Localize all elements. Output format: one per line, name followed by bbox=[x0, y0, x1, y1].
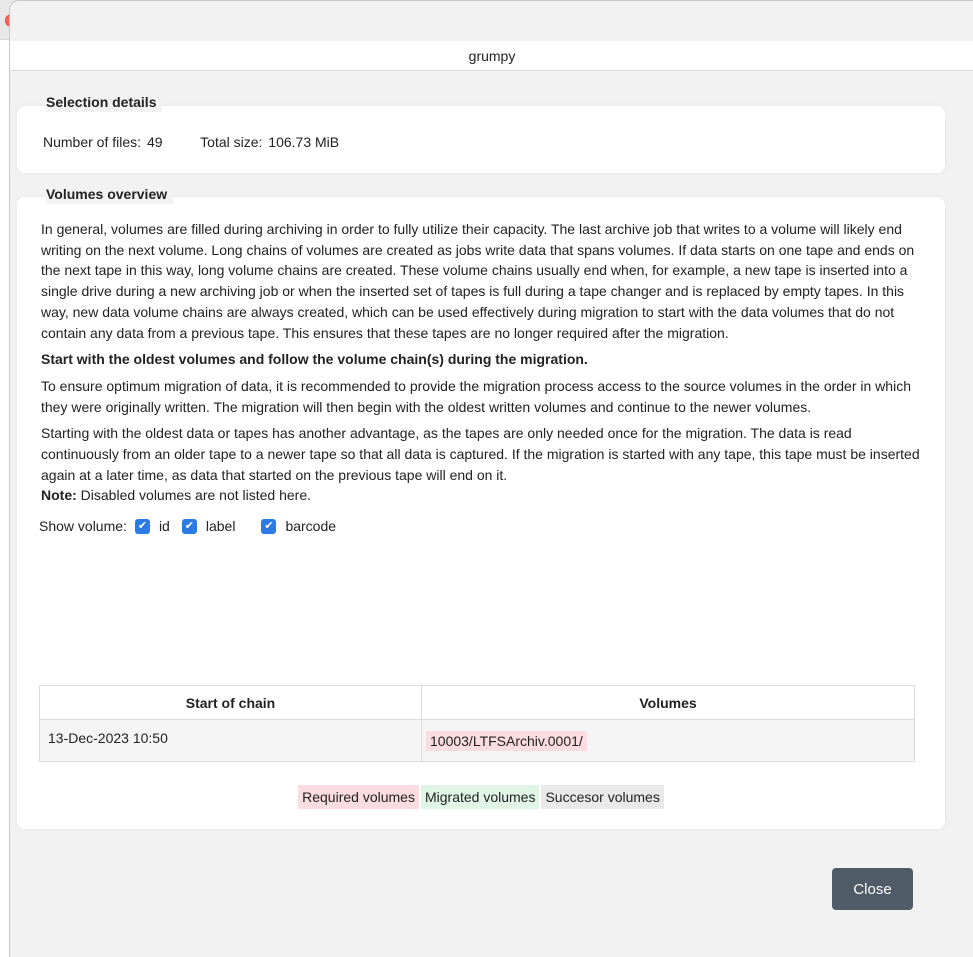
close-button[interactable]: Close bbox=[832, 868, 913, 910]
files-label: Number of files: bbox=[43, 134, 142, 150]
note-line: Note: Disabled volumes are not listed he… bbox=[41, 485, 921, 506]
show-volume-row: Show volume: ✔ id ✔ label ✔ barcode bbox=[39, 514, 921, 538]
volume-color-legend: Required volumes Migrated volumes Succesor… bbox=[17, 785, 945, 809]
overview-heading: Start with the oldest volumes and follow… bbox=[41, 351, 588, 368]
overview-paragraph-1: In general, volumes are filled during ar… bbox=[41, 221, 915, 341]
size-label: Total size: bbox=[200, 134, 263, 150]
checkbox-id-label: id bbox=[158, 517, 170, 534]
checkbox-checked-icon[interactable]: ✔ bbox=[134, 518, 150, 534]
legend-migrated-chip: Migrated volumes bbox=[420, 785, 540, 809]
legend-required-chip: Required volumes bbox=[298, 785, 419, 809]
volume-chain-table: Start of chain Volumes 13-Dec-2023 10:50… bbox=[39, 685, 915, 762]
checkbox-id[interactable]: ✔ id bbox=[134, 516, 170, 537]
checkbox-checked-icon[interactable]: ✔ bbox=[181, 518, 197, 534]
selection-details-legend: Selection details bbox=[46, 94, 163, 112]
start-of-chain-cell: 13-Dec-2023 10:50 bbox=[39, 719, 422, 762]
note-label: Note: bbox=[41, 487, 77, 504]
note-text: Disabled volumes are not listed here. bbox=[76, 487, 312, 504]
size-value: 106.73 MiB bbox=[268, 134, 340, 150]
checkbox-checked-icon[interactable]: ✔ bbox=[261, 518, 277, 534]
column-header-volumes[interactable]: Volumes bbox=[421, 685, 915, 720]
checkbox-barcode-label: barcode bbox=[285, 517, 337, 534]
required-volume-chip[interactable]: 10003/LTFSArchiv.0001/ bbox=[426, 731, 587, 751]
show-volume-label: Show volume: bbox=[39, 517, 127, 534]
selection-summary: Number of files: 49 Total size: 106.73 M… bbox=[43, 134, 341, 150]
checkbox-barcode[interactable]: ✔ barcode bbox=[261, 516, 336, 537]
overview-paragraph-2: To ensure optimum migration of data, it … bbox=[41, 377, 911, 415]
column-header-start[interactable]: Start of chain bbox=[39, 685, 422, 720]
volumes-cell: 10003/LTFSArchiv.0001/ bbox=[421, 719, 915, 762]
files-value: 49 bbox=[146, 134, 163, 150]
table-row[interactable]: 13-Dec-2023 10:50 10003/LTFSArchiv.0001/ bbox=[39, 719, 915, 762]
overview-paragraph-3: Starting with the oldest data or tapes h… bbox=[41, 425, 920, 483]
table-header-row: Start of chain Volumes bbox=[39, 685, 915, 720]
checkbox-label-label: label bbox=[205, 517, 236, 534]
legend-successor-chip: Succesor volumes bbox=[541, 785, 664, 809]
volumes-overview-panel: In general, volumes are filled during ar… bbox=[17, 197, 945, 829]
selection-details-panel: Number of files: 49 Total size: 106.73 M… bbox=[17, 106, 945, 173]
checkbox-label[interactable]: ✔ label bbox=[181, 516, 236, 537]
volumes-overview-legend: Volumes overview bbox=[46, 186, 174, 204]
window-title: grumpy bbox=[10, 41, 973, 71]
